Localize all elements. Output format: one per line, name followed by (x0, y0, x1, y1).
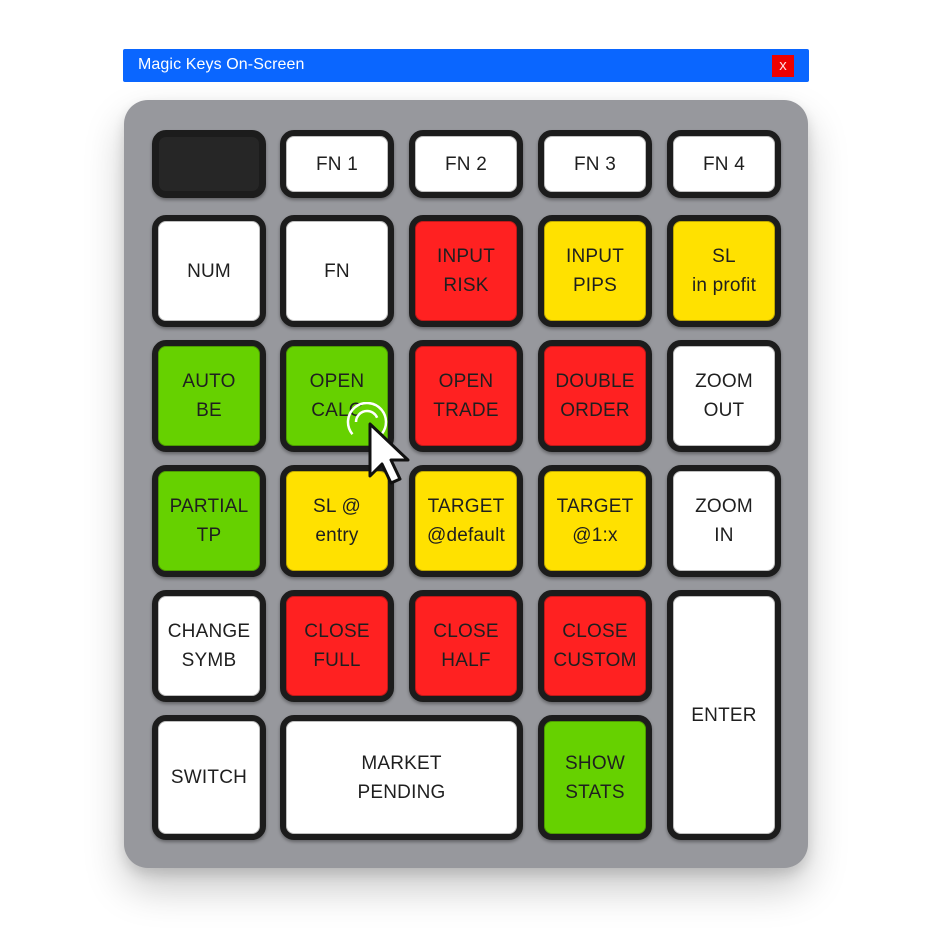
key-label: TARGET @default (427, 496, 505, 546)
key-enter[interactable]: ENTER (667, 590, 781, 840)
key-fn4[interactable]: FN 4 (667, 130, 781, 198)
key-market-pending[interactable]: MARKET PENDING (280, 715, 523, 840)
key-double-order[interactable]: DOUBLE ORDER (538, 340, 652, 452)
key-label: AUTO BE (182, 371, 236, 421)
key-label: SWITCH (170, 767, 248, 788)
close-button[interactable]: x (772, 55, 794, 77)
key-open-calc[interactable]: OPEN CALC (280, 340, 394, 452)
key-auto-be[interactable]: AUTO BE (152, 340, 266, 452)
key-label: FN 4 (703, 153, 745, 175)
key-fn1[interactable]: FN 1 (280, 130, 394, 198)
key-num[interactable]: NUM (152, 215, 266, 327)
key-label: ZOOM OUT (695, 371, 753, 421)
key-label: CLOSE HALF (433, 621, 499, 671)
window-title: Magic Keys On-Screen (138, 56, 305, 73)
key-change-symb[interactable]: CHANGE SYMB (152, 590, 266, 702)
key-sl-at-entry[interactable]: SL @ entry (280, 465, 394, 577)
keypad-panel: FN 1 FN 2 FN 3 FN 4 NUM FN INPUT RISK IN… (124, 100, 808, 868)
key-target-default[interactable]: TARGET @default (409, 465, 523, 577)
key-label: INPUT PIPS (566, 246, 624, 296)
key-label: MARKET PENDING (357, 752, 446, 803)
key-label: FN (324, 260, 350, 282)
key-sl-in-profit[interactable]: SL in profit (667, 215, 781, 327)
key-open-trade[interactable]: OPEN TRADE (409, 340, 523, 452)
window-titlebar[interactable]: Magic Keys On-Screen x (123, 49, 809, 82)
key-label: ENTER (691, 704, 757, 726)
key-partial-tp[interactable]: PARTIAL TP (152, 465, 266, 577)
key-label: FN 1 (316, 153, 358, 175)
key-label: CLOSE FULL (304, 621, 370, 671)
key-fn[interactable]: FN (280, 215, 394, 327)
key-label: NUM (187, 260, 231, 282)
key-input-risk[interactable]: INPUT RISK (409, 215, 523, 327)
key-label: SHOW STATS (565, 752, 625, 803)
key-target-1x[interactable]: TARGET @1:x (538, 465, 652, 577)
key-close-half[interactable]: CLOSE HALF (409, 590, 523, 702)
key-fn2[interactable]: FN 2 (409, 130, 523, 198)
key-fn3[interactable]: FN 3 (538, 130, 652, 198)
key-label: SL @ entry (313, 496, 361, 546)
key-switch[interactable]: SWITCH (152, 715, 266, 840)
key-label: FN 3 (574, 153, 616, 175)
key-label: PARTIAL TP (169, 496, 249, 546)
key-label: DOUBLE ORDER (555, 371, 635, 421)
key-label: CHANGE SYMB (167, 621, 251, 671)
key-zoom-out[interactable]: ZOOM OUT (667, 340, 781, 452)
key-label: OPEN TRADE (433, 371, 499, 421)
key-label: OPEN CALC (309, 371, 365, 421)
key-close-custom[interactable]: CLOSE CUSTOM (538, 590, 652, 702)
key-label: TARGET @1:x (556, 496, 634, 546)
close-icon: x (779, 57, 787, 74)
key-label: FN 2 (445, 153, 487, 175)
key-zoom-in[interactable]: ZOOM IN (667, 465, 781, 577)
key-show-stats[interactable]: SHOW STATS (538, 715, 652, 840)
key-blank[interactable] (152, 130, 266, 198)
key-close-full[interactable]: CLOSE FULL (280, 590, 394, 702)
key-label: CLOSE CUSTOM (553, 621, 637, 671)
key-label: SL in profit (691, 246, 757, 296)
key-label: ZOOM IN (695, 496, 753, 546)
key-label: INPUT RISK (437, 246, 495, 296)
key-input-pips[interactable]: INPUT PIPS (538, 215, 652, 327)
